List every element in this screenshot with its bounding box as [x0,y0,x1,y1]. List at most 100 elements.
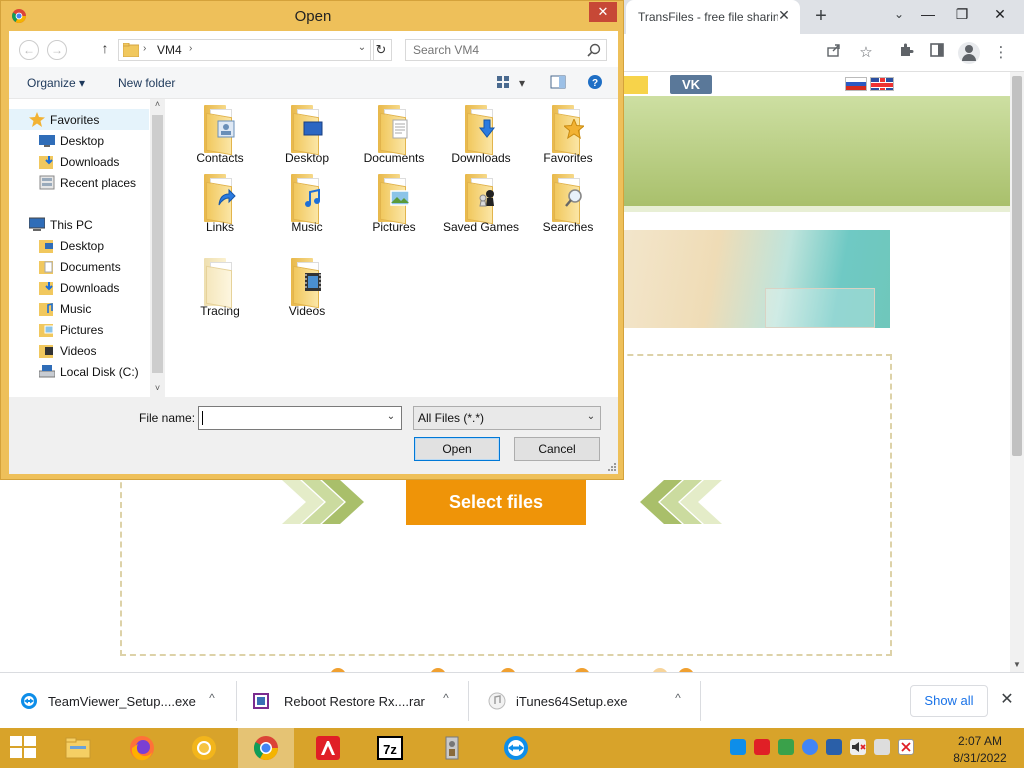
chrome-canary-icon[interactable] [176,728,232,768]
avira-tray-icon[interactable] [754,739,770,755]
folder-item-desktop[interactable]: Desktop [264,99,350,179]
close-downloads-icon[interactable]: ✕ [997,689,1017,711]
folder-item-links[interactable]: Links [177,168,263,248]
vk-link[interactable]: VK [670,75,712,94]
nav-this-pc[interactable]: This PC [9,214,149,235]
cancel-button[interactable]: Cancel [514,437,600,461]
scroll-down-icon[interactable]: ˅ [150,383,165,397]
teamviewer-icon[interactable] [488,728,544,768]
uk-flag-icon[interactable] [870,77,894,91]
preview-pane-icon[interactable] [550,74,566,90]
organize-menu[interactable]: Organize ▾ [27,76,85,90]
browser-tab[interactable]: TransFiles - free file sharing ✕ [626,0,800,34]
select-files-button[interactable]: Select files [406,480,586,525]
file-explorer-icon[interactable] [50,728,106,768]
view-dropdown-icon[interactable]: ▾ [519,76,525,90]
nav-favorite-recent-places[interactable]: Recent places [9,172,149,193]
folder-item-tracing[interactable]: Tracing [177,252,263,332]
firefox-icon[interactable] [114,728,170,768]
share-icon[interactable] [823,42,845,64]
restore-button[interactable]: ❐ [948,2,976,26]
file-type-dropdown-icon[interactable]: ⌄ [584,411,598,425]
window-close-button[interactable]: ✕ [986,2,1014,26]
up-button[interactable]: ↑ [97,40,113,60]
bookmark-star-icon[interactable]: ☆ [855,42,877,64]
search-input[interactable] [406,40,584,60]
kebab-menu-icon[interactable]: ⋮ [990,42,1012,64]
back-button[interactable]: ← [19,40,39,60]
folder-item-searches[interactable]: Searches [525,168,611,248]
file-name-dropdown-icon[interactable]: ⌄ [384,411,398,425]
dialog-title-bar[interactable]: Open ✕ [1,1,625,31]
page-scrollbar[interactable]: ▼ [1010,72,1024,672]
teamviewer-tray-icon[interactable] [730,739,746,755]
clock-time[interactable]: 2:07 AM [948,734,1012,748]
download-item[interactable]: iTunes64Setup.exe ^ [468,673,700,729]
help-icon[interactable]: ? [587,74,603,90]
network-status-icon[interactable] [778,739,794,755]
tab-search-button[interactable]: ⌄ [888,7,910,27]
chrome-icon[interactable] [238,728,294,768]
breadcrumb-chevron-icon[interactable]: › [189,43,199,54]
address-dropdown-icon[interactable]: ⌄ [355,42,369,58]
refresh-button[interactable]: ↻ [370,39,392,61]
download-options-icon[interactable]: ^ [438,691,454,709]
scroll-up-icon[interactable]: ˄ [150,99,165,113]
folder-item-contacts[interactable]: Contacts [177,99,263,179]
start-button[interactable] [10,736,38,760]
tab-close-icon[interactable]: ✕ [776,7,792,25]
nav-pc-pictures[interactable]: Pictures [9,319,149,340]
folder-item-pictures[interactable]: Pictures [351,168,437,248]
network-icon[interactable] [874,739,890,755]
clock-date[interactable]: 8/31/2022 [948,751,1012,765]
scrollbar-thumb[interactable] [1012,76,1022,456]
nav-favorite-downloads[interactable]: Downloads [9,151,149,172]
chrome-tray-icon[interactable] [802,739,818,755]
search-box[interactable] [405,39,607,61]
volume-muted-icon[interactable] [850,739,866,755]
file-name-input[interactable] [201,409,381,427]
resize-grip-icon[interactable] [606,461,616,471]
scrollbar-thumb[interactable] [152,115,163,373]
download-item[interactable]: TeamViewer_Setup....exe ^ [0,673,236,729]
dialog-close-button[interactable]: ✕ [589,2,617,22]
file-name-combobox[interactable]: ⌄ [198,406,402,430]
profile-icon[interactable] [958,42,980,64]
installer-icon[interactable] [424,728,480,768]
folder-item-favorites[interactable]: Favorites [525,99,611,179]
file-type-select[interactable]: All Files (*.*) ⌄ [413,406,601,430]
scroll-down-icon[interactable]: ▼ [1012,660,1022,672]
new-tab-button[interactable]: + [810,5,832,27]
folder-item-downloads[interactable]: Downloads [438,99,524,179]
address-bar[interactable]: › VM4 › ⌄ [118,39,374,61]
russian-flag-icon[interactable] [845,77,867,91]
folder-item-documents[interactable]: Documents [351,99,437,179]
breadcrumb-chevron-icon[interactable]: › [143,43,153,54]
nav-pc-downloads[interactable]: Downloads [9,277,149,298]
extensions-icon[interactable] [895,42,917,64]
open-button[interactable]: Open [414,437,500,461]
action-center-icon[interactable] [898,739,914,755]
change-view-icon[interactable] [495,74,511,90]
download-options-icon[interactable]: ^ [670,691,686,709]
folder-item-videos[interactable]: Videos [264,252,350,332]
download-options-icon[interactable]: ^ [204,691,220,709]
nav-pc-music[interactable]: Music [9,298,149,319]
folder-item-saved-games[interactable]: Saved Games [438,168,524,248]
search-icon[interactable] [586,42,602,58]
nav-favorites[interactable]: Favorites [9,109,149,130]
download-item[interactable]: Reboot Restore Rx....rar ^ [236,673,468,729]
side-panel-icon[interactable] [926,42,948,64]
avira-icon[interactable] [300,728,356,768]
minimize-button[interactable]: — [914,2,942,26]
forward-button[interactable]: → [47,40,67,60]
new-folder-button[interactable]: New folder [118,76,175,90]
nav-favorite-desktop[interactable]: Desktop [9,130,149,151]
folder-item-music[interactable]: Music [264,168,350,248]
nav-pc-desktop[interactable]: Desktop [9,235,149,256]
nav-item[interactable] [620,76,648,94]
nav-scrollbar[interactable]: ˄ ˅ [150,99,165,397]
nav-pc-local-disk[interactable]: Local Disk (C:) [9,361,149,382]
7zip-icon[interactable]: 7z [362,728,418,768]
nav-pc-videos[interactable]: Videos [9,340,149,361]
